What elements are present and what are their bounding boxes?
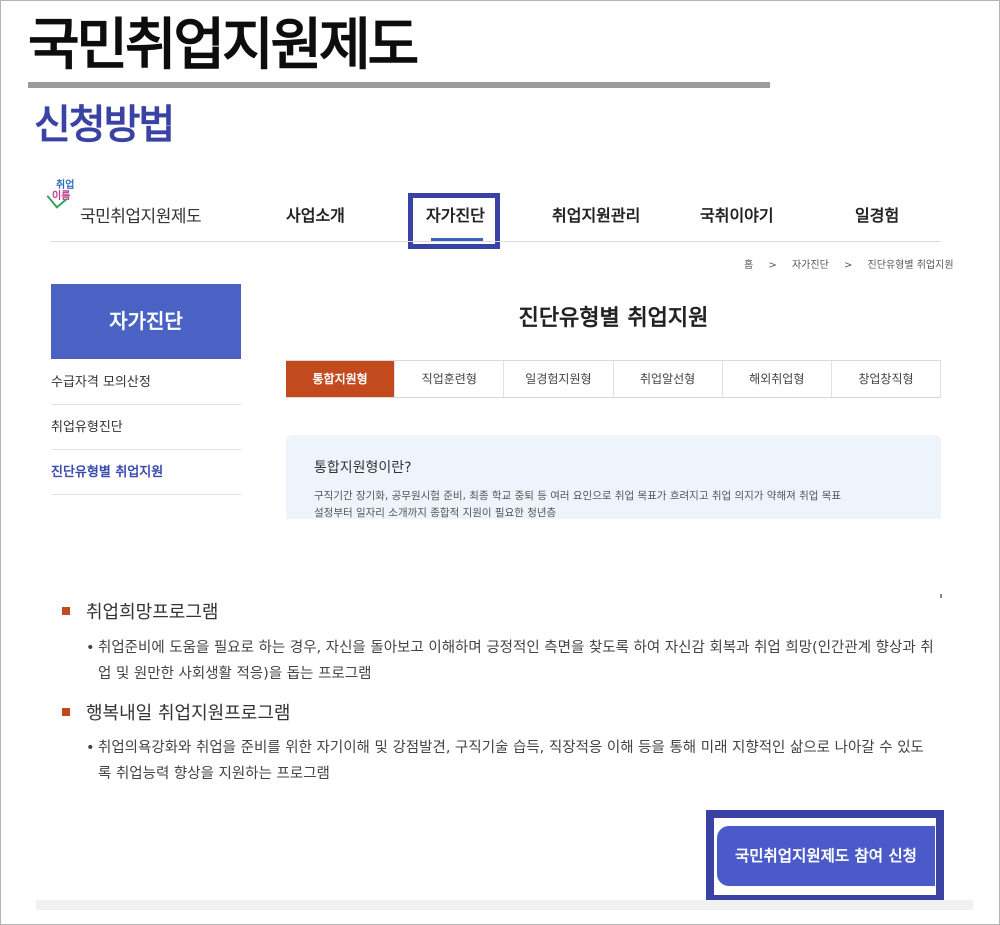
square-bullet-icon [62,708,70,716]
side-menu-title: 자가진단 [51,284,241,359]
bottom-strip [36,900,973,910]
program-description: • 취업의욕강화와 취업을 준비를 위한 자기이해 및 강점발견, 구직기술 습… [86,735,936,787]
program-title: 행복내일 취업지원프로그램 [62,699,290,725]
nav-item-work-experience[interactable]: 일경험 [855,202,899,226]
nav-item-business-intro[interactable]: 사업소개 [286,202,345,226]
tab-integrated-support[interactable]: 통합지원형 [286,361,396,397]
info-description-line: 구직기간 장기화, 공무원시험 준비, 최종 학교 중퇴 등 여러 요인으로 취… [314,490,842,502]
breadcrumb-separator: > [843,260,853,271]
bullet-icon: • [86,640,95,656]
global-nav: 사업소개 자가진단 취업지원관리 국취이야기 일경험 [270,194,950,234]
breadcrumb: 홈 > 자가진단 > 진단유형별 취업지원 [744,256,966,271]
program-description: • 취업준비에 도움을 필요로 하는 경우, 자신을 돌아보고 이해하며 긍정적… [86,635,936,687]
scroll-mark [940,594,942,598]
program-title: 취업희망프로그램 [62,598,218,624]
program-description-text: 취업준비에 도움을 필요로 하는 경우, 자신을 돌아보고 이해하며 긍정적인 … [98,640,934,682]
breadcrumb-separator: > [768,260,777,271]
side-menu-item-support-by-type[interactable]: 진단유형별 취업지원 [51,450,241,495]
header-divider [50,241,941,242]
apply-highlight-box [706,810,944,903]
program-description-text: 취업의욕강화와 취업을 준비를 위한 자기이해 및 강점발견, 구직기술 습득,… [98,740,924,782]
bullet-icon: • [86,740,95,756]
info-box: 통합지원형이란? 구직기간 장기화, 공무원시험 준비, 최종 학교 중퇴 등 … [286,435,941,519]
breadcrumb-home[interactable]: 홈 [744,260,753,271]
slide-heading: 국민취업지원제도 [28,13,419,78]
tab-vocational-training[interactable]: 직업훈련형 [395,361,505,397]
nav-item-stories[interactable]: 국취이야기 [700,202,774,226]
tab-work-experience[interactable]: 일경험지원형 [504,361,614,397]
side-menu-item-type-diagnosis[interactable]: 취업유형진단 [51,405,241,450]
site-logo[interactable]: 취업 이름 국민취업지원제도 [46,180,250,227]
program-title-text: 취업희망프로그램 [86,602,219,623]
tab-startup[interactable]: 창업창직형 [832,361,942,397]
side-menu-item-mock-qualification[interactable]: 수급자격 모의산정 [51,360,241,405]
info-description-line: 설정부터 일자리 소개까지 종합적 지원이 필요한 청년층 [314,507,557,519]
tab-overseas-employment[interactable]: 해외취업형 [723,361,832,397]
tab-job-placement[interactable]: 취업알선형 [614,361,723,397]
content-title: 진단유형별 취업지원 [518,306,709,331]
breadcrumb-self-diagnosis[interactable]: 자가진단 [792,260,829,271]
info-title: 통합지원형이란? [314,460,412,476]
diagnosis-tabs: 통합지원형 직업훈련형 일경험지원형 취업알선형 해외취업형 창업창직형 [286,360,942,398]
square-bullet-icon [62,607,70,615]
logo-text: 국민취업지원제도 [80,207,202,227]
info-description: 구직기간 장기화, 공무원시험 준비, 최종 학교 중퇴 등 여러 요인으로 취… [314,488,913,522]
nav-item-employment-support[interactable]: 취업지원관리 [552,202,640,226]
slide-subheading: 신청방법 [34,102,175,148]
heading-divider [28,82,770,88]
breadcrumb-current: 진단유형별 취업지원 [867,260,954,271]
program-title-text: 행복내일 취업지원프로그램 [86,703,291,724]
